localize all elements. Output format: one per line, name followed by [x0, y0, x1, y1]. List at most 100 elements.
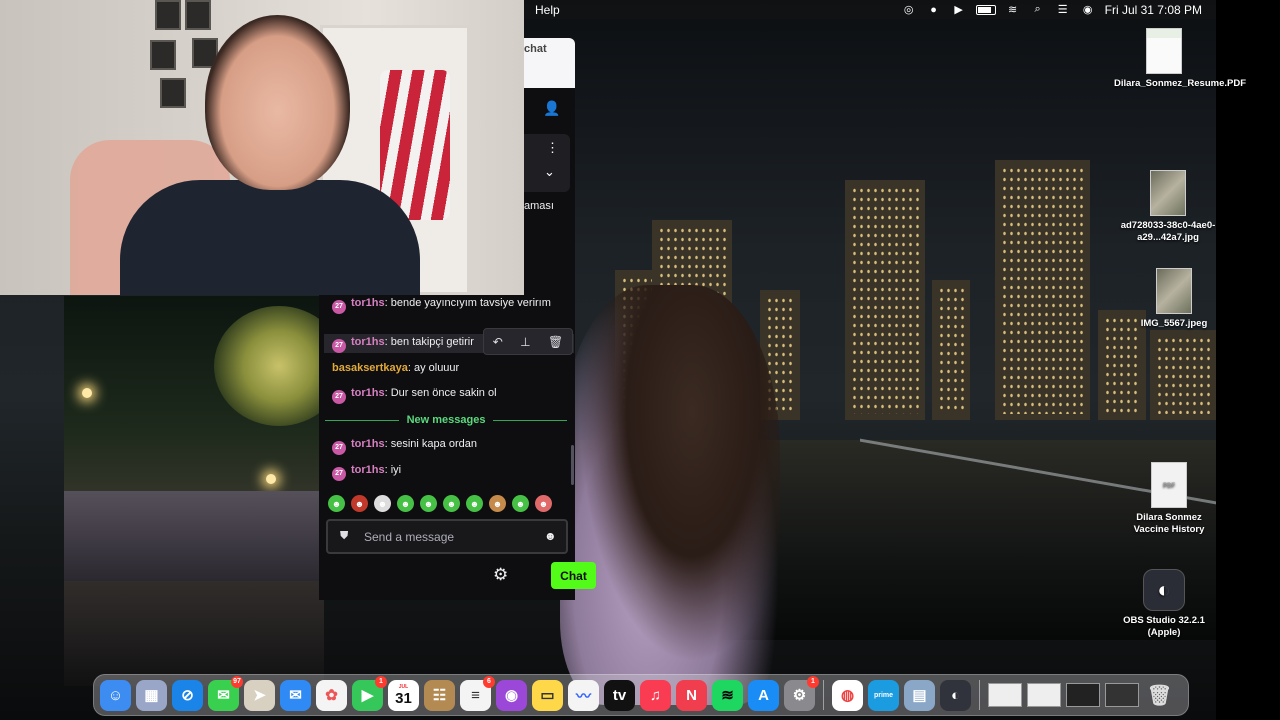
- apple-tv-icon[interactable]: tv: [604, 679, 635, 711]
- notes-icon[interactable]: ▭: [532, 679, 563, 711]
- dock-separator: [823, 680, 824, 710]
- emote-icon[interactable]: ☻: [512, 495, 529, 512]
- emote-icon[interactable]: ☻: [443, 495, 460, 512]
- launchpad-icon[interactable]: ▦: [136, 679, 167, 711]
- obs-icon: ◐: [1143, 569, 1185, 611]
- photos-icon[interactable]: ✿: [316, 679, 347, 711]
- desktop-app-obs[interactable]: ◐ OBS Studio 32.2.1 (Apple): [1114, 569, 1214, 639]
- search-icon[interactable]: ⌕: [1030, 3, 1046, 17]
- chat-scrollbar[interactable]: [571, 445, 574, 485]
- screen-record-icon[interactable]: ◎: [901, 3, 917, 17]
- obs-dock-icon[interactable]: ◐: [940, 679, 971, 711]
- image-icon: [1156, 268, 1192, 314]
- contacts-icon[interactable]: ☷: [424, 679, 455, 711]
- emoji-icon[interactable]: ☻: [544, 529, 557, 543]
- news-icon[interactable]: N: [676, 679, 707, 711]
- emote-icon[interactable]: ☻: [374, 495, 391, 512]
- grammarly-icon[interactable]: ●: [926, 3, 942, 17]
- shield-icon[interactable]: ⛊: [340, 530, 348, 543]
- chat-username[interactable]: tor1hs: [351, 387, 385, 399]
- webcam-overlay: [0, 0, 524, 295]
- reply-icon[interactable]: ↶: [493, 335, 503, 349]
- gear-icon[interactable]: ⚙: [493, 565, 508, 585]
- chat-input-box: ⛊ ☻: [326, 519, 568, 554]
- messages-icon[interactable]: ✉ 97: [208, 675, 243, 711]
- panel-menu: ⋮ ⌄: [524, 134, 570, 192]
- podcasts-icon[interactable]: ◉: [496, 679, 527, 711]
- badge: 97: [231, 675, 243, 688]
- spotify-icon[interactable]: ≋: [712, 679, 743, 711]
- file-label: IMG_5567.jpeg: [1140, 318, 1208, 329]
- emote-icon[interactable]: ☻: [535, 495, 552, 512]
- finder-icon[interactable]: ☺: [100, 679, 131, 711]
- minimized-window[interactable]: [1066, 683, 1100, 707]
- wifi-icon[interactable]: ≋: [1005, 3, 1021, 17]
- stream-panel-body: 👤 ⋮ ⌄ aması: [524, 88, 575, 295]
- chat-username[interactable]: tor1hs: [351, 438, 385, 450]
- chat-username[interactable]: tor1hs: [351, 297, 385, 309]
- minimized-window[interactable]: [1105, 683, 1139, 707]
- chat-message: basaksertkaya: ay oluuur: [332, 360, 562, 377]
- chat-username[interactable]: tor1hs: [351, 336, 385, 348]
- desktop-file-jpeg[interactable]: IMG_5567.jpeg: [1124, 268, 1224, 330]
- trash-icon[interactable]: 🗑: [548, 335, 563, 349]
- emote-icon[interactable]: ☻: [420, 495, 437, 512]
- chat-username[interactable]: tor1hs: [351, 464, 385, 476]
- settings-icon[interactable]: ⚙ 1: [784, 675, 819, 711]
- freeform-icon[interactable]: 〰: [568, 679, 599, 711]
- chat-text: : ben takipçi getirir: [384, 336, 474, 348]
- calendar-icon[interactable]: JUL 31: [388, 679, 419, 711]
- chat-text: : Dur sen önce sakin ol: [384, 387, 497, 399]
- mail-icon[interactable]: ✉: [280, 679, 311, 711]
- chat-text: : iyi: [384, 464, 402, 476]
- emote-icon[interactable]: ☻: [489, 495, 506, 512]
- subscriber-badge: 27: [332, 441, 346, 455]
- emote-icon[interactable]: ☻: [351, 495, 368, 512]
- chat-username[interactable]: basaksertkaya: [332, 362, 408, 374]
- subscriber-badge: 27: [332, 390, 346, 404]
- desktop-file-jpg[interactable]: ad728033-38c0-4ae0-a29...42a7.jpg: [1118, 170, 1218, 244]
- menu-bar: Help ◎ ● ▶ ≋ ⌕ ☰ ◉ Fri Jul 31 7:08 PM: [524, 0, 1216, 19]
- music-icon[interactable]: ♫: [640, 679, 671, 711]
- dock: ☺ ▦ ⊘ ✉ 97 ➤ ✉ ✿ ▶ 1 JUL 31 ☷ ≡ 6 ◉ ▭ 〰 tv ♫…: [93, 674, 1189, 716]
- trash-bin-icon[interactable]: 🗑: [1144, 680, 1175, 711]
- desktop-file-vaccine[interactable]: PDF Dilara Sonmez Vaccine History: [1119, 462, 1219, 536]
- chat-header-label: chat: [524, 43, 547, 55]
- play-icon[interactable]: ▶: [951, 3, 967, 17]
- control-center-icon[interactable]: ☰: [1055, 3, 1071, 17]
- chat-message: 27 tor1hs: Dur sen önce sakin ol: [332, 385, 562, 404]
- chat-input[interactable]: [364, 528, 544, 546]
- minimized-window[interactable]: [988, 683, 1022, 707]
- emote-icon[interactable]: ☻: [328, 495, 345, 512]
- chat-message: 27 tor1hs: bende yayıncıyım tavsiye verir…: [332, 295, 562, 314]
- menu-clock[interactable]: Fri Jul 31 7:08 PM: [1105, 3, 1202, 17]
- siri-icon[interactable]: ◉: [1080, 3, 1096, 17]
- badge: 1: [807, 675, 819, 688]
- emote-icon[interactable]: ☻: [397, 495, 414, 512]
- chrome-icon[interactable]: ◍: [832, 679, 863, 711]
- dock-separator: [979, 680, 980, 710]
- preview-icon[interactable]: ▤: [904, 679, 935, 711]
- app-store-icon[interactable]: A: [748, 679, 779, 711]
- prime-video-icon[interactable]: prime: [868, 679, 899, 711]
- document-icon: [1146, 28, 1182, 74]
- new-messages-divider[interactable]: New messages: [325, 413, 567, 427]
- chat-send-button[interactable]: Chat: [551, 562, 596, 589]
- desktop-file-resume[interactable]: Dilara_Sonmez_Resume.PDF: [1114, 28, 1246, 90]
- night-garden-photo: [64, 296, 344, 686]
- status-area: ◎ ● ▶ ≋ ⌕ ☰ ◉ Fri Jul 31 7:08 PM: [901, 3, 1216, 17]
- emote-icon[interactable]: ☻: [466, 495, 483, 512]
- battery-icon[interactable]: [975, 4, 996, 15]
- minimized-window[interactable]: [1027, 683, 1061, 707]
- facetime-icon[interactable]: ▶ 1: [352, 675, 387, 711]
- image-icon: [1150, 170, 1186, 216]
- maps-icon[interactable]: ➤: [244, 679, 275, 711]
- badge: 1: [375, 675, 387, 688]
- more-options-icon[interactable]: ⋮: [546, 140, 559, 156]
- menu-help[interactable]: Help: [535, 3, 560, 17]
- pin-icon[interactable]: ⊥: [520, 335, 530, 349]
- users-icon[interactable]: 👤: [543, 100, 560, 117]
- chevron-down-icon[interactable]: ⌄: [544, 164, 555, 180]
- safari-icon[interactable]: ⊘: [172, 679, 203, 711]
- reminders-icon[interactable]: ≡ 6: [460, 675, 495, 711]
